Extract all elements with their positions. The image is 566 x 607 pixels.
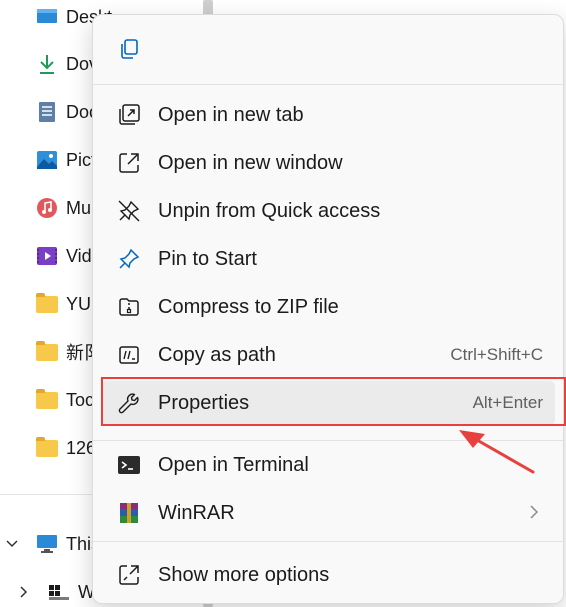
menu-item-label: Open in new tab <box>158 103 304 126</box>
copy-button[interactable] <box>115 37 143 65</box>
zip-icon <box>116 294 142 320</box>
properties-highlight-box <box>101 377 566 426</box>
terminal-icon <box>116 452 142 478</box>
menu-item-open-in-new-tab[interactable]: Open in new tab <box>101 93 555 137</box>
unpin-icon <box>116 198 142 224</box>
menu-item-label: Open in new window <box>158 151 343 174</box>
menu-item-label: Open in Terminal <box>158 453 309 476</box>
more-options-icon <box>116 562 142 588</box>
download-icon <box>36 53 58 75</box>
menu-item-open-in-new-window[interactable]: Open in new window <box>101 141 555 185</box>
open-new-tab-icon <box>116 102 142 128</box>
menu-item-compress-to-zip[interactable]: Compress to ZIP file <box>101 285 555 329</box>
winrar-icon <box>116 500 142 526</box>
pictures-icon <box>36 149 58 171</box>
menu-separator <box>93 84 563 85</box>
menu-item-winrar[interactable]: WinRAR <box>101 491 555 535</box>
folder-icon <box>36 340 58 363</box>
nav-item-videos[interactable]: Vid <box>36 241 92 271</box>
menu-item-show-more-options[interactable]: Show more options <box>101 553 555 597</box>
nav-item-folder[interactable]: YUI <box>36 289 96 319</box>
menu-item-unpin-from-quick-access[interactable]: Unpin from Quick access <box>101 189 555 233</box>
music-icon <box>36 197 58 219</box>
computer-icon <box>36 533 58 555</box>
shortcut-text: Ctrl+Shift+C <box>450 345 543 364</box>
pin-icon <box>116 246 142 272</box>
nav-item-folder[interactable]: Toc <box>36 385 94 415</box>
menu-item-label: Compress to ZIP file <box>158 295 339 318</box>
nav-item-downloads[interactable]: Dov <box>36 49 98 79</box>
copy-icon <box>118 38 140 65</box>
nav-item-windows-drive[interactable]: W <box>48 577 95 607</box>
pointer-arrow-annotation <box>459 430 535 474</box>
desktop-icon <box>36 6 58 28</box>
folder-icon <box>36 436 58 459</box>
menu-item-label: Unpin from Quick access <box>158 199 381 222</box>
nav-item-label: Toc <box>66 389 95 410</box>
menu-item-pin-to-start[interactable]: Pin to Start <box>101 237 555 281</box>
context-menu: Open in new tab Open in new window Unpin… <box>92 14 564 604</box>
chevron-right-icon <box>530 503 539 524</box>
context-menu-toolbar <box>93 15 563 85</box>
nav-item-label: Vid <box>66 245 92 266</box>
nav-item-folder[interactable]: 126 <box>36 433 96 463</box>
copy-path-icon <box>116 342 142 368</box>
open-new-window-icon <box>116 150 142 176</box>
chevron-down-icon[interactable] <box>6 535 18 551</box>
folder-icon <box>36 388 58 411</box>
drive-icon <box>48 581 70 603</box>
chevron-right-icon[interactable] <box>20 585 28 601</box>
menu-item-label: WinRAR <box>158 501 235 524</box>
nav-item-this-pc[interactable]: This <box>36 529 100 559</box>
videos-icon <box>36 245 58 267</box>
nav-item-music[interactable]: Mu <box>36 193 91 223</box>
nav-item-documents[interactable]: Doc <box>36 97 98 127</box>
menu-item-copy-as-path[interactable]: Copy as path Ctrl+Shift+C <box>101 333 555 377</box>
documents-icon <box>36 101 58 123</box>
menu-item-label: Copy as path <box>158 343 276 366</box>
nav-item-label: Mu <box>66 197 92 218</box>
folder-icon <box>36 292 58 315</box>
menu-item-label: Show more options <box>158 563 330 586</box>
menu-separator <box>93 541 563 542</box>
nav-item-pictures[interactable]: Pict <box>36 145 96 175</box>
menu-item-label: Pin to Start <box>158 247 257 270</box>
